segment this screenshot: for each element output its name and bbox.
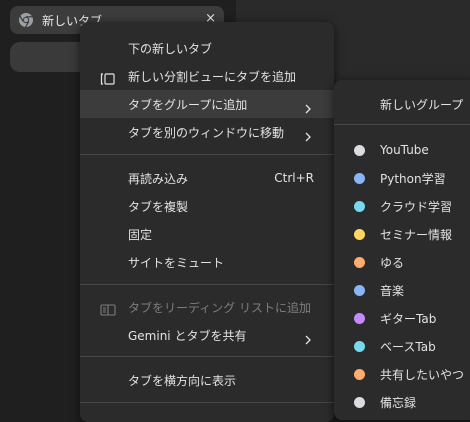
add-to-group-submenu: 新しいグループ YouTube Python学習 クラウド学習 セミナー情報 ゆ… — [334, 80, 470, 420]
group-item[interactable]: ギターTab — [334, 304, 470, 332]
submenu-item-new-group[interactable]: 新しいグループ — [334, 90, 470, 118]
menu-item-label: サイトをミュート — [128, 255, 225, 270]
chevron-right-icon — [304, 127, 312, 142]
group-item[interactable]: ベースTab — [334, 332, 470, 360]
menu-item-label: Gemini とタブを共有 — [128, 328, 247, 343]
group-color-dot-icon — [354, 340, 365, 352]
group-color-dot-icon — [354, 284, 365, 296]
group-item[interactable]: 共有したいやつ — [334, 360, 470, 388]
menu-item-show-tabs-horizontally[interactable]: タブを横方向に表示 — [80, 366, 334, 394]
group-item[interactable]: クラウド学習 — [334, 192, 470, 220]
group-color-dot-icon — [354, 256, 365, 268]
group-color-dot-icon — [354, 172, 365, 184]
menu-item-reload[interactable]: 再読み込み Ctrl+R — [80, 164, 334, 192]
group-label: ギターTab — [380, 311, 437, 326]
menu-item-mute-site[interactable]: サイトをミュート — [80, 248, 334, 276]
split-view-icon — [100, 70, 116, 85]
group-color-dot-icon — [354, 228, 365, 240]
submenu-item-label: 新しいグループ — [380, 97, 464, 112]
chevron-right-icon — [304, 330, 312, 345]
menu-item-label: 再読み込み — [128, 171, 189, 186]
menu-item-label: 固定 — [128, 227, 153, 242]
group-item[interactable]: 備忘録 — [334, 388, 470, 416]
group-label: セミナー情報 — [380, 227, 453, 242]
group-item[interactable]: 音楽 — [334, 276, 470, 304]
reading-list-icon — [100, 301, 116, 316]
menu-separator — [80, 154, 334, 155]
menu-item-duplicate[interactable]: タブを複製 — [80, 192, 334, 220]
menu-item-label: 下の新しいタブ — [128, 41, 213, 56]
menu-separator — [334, 124, 470, 125]
shortcut-label: Ctrl+R — [274, 171, 314, 185]
group-label: Python学習 — [380, 171, 446, 186]
menu-item-add-to-reading-list: タブをリーディング リストに追加 — [80, 293, 334, 321]
group-item[interactable]: Python学習 — [334, 164, 470, 192]
chrome-icon — [18, 12, 34, 28]
group-label: クラウド学習 — [380, 199, 453, 214]
group-item[interactable]: セミナー情報 — [334, 220, 470, 248]
group-color-dot-icon — [354, 396, 365, 408]
menu-item-pin[interactable]: 固定 — [80, 220, 334, 248]
menu-item-new-tab-below[interactable]: 下の新しいタブ — [80, 34, 334, 62]
chevron-right-icon — [304, 99, 312, 114]
group-color-dot-icon — [354, 144, 365, 156]
menu-item-label: タブを横方向に表示 — [128, 373, 237, 388]
tab-context-menu: 下の新しいタブ 新しい分割ビューにタブを追加 タブをグループに追加 タブを別のウ… — [80, 22, 334, 422]
menu-item-move-to-window[interactable]: タブを別のウィンドウに移動 — [80, 118, 334, 146]
menu-separator — [80, 402, 334, 403]
group-color-dot-icon — [354, 368, 365, 380]
menu-item-label: タブをリーディング リストに追加 — [128, 300, 311, 315]
menu-item-label: タブを別のウィンドウに移動 — [128, 125, 285, 140]
group-label: ゆる — [380, 255, 405, 270]
group-item[interactable]: ゆる — [334, 248, 470, 276]
menu-separator — [80, 356, 334, 357]
group-color-dot-icon — [354, 312, 365, 324]
group-label: ベースTab — [380, 339, 436, 354]
menu-item-add-to-split-view[interactable]: 新しい分割ビューにタブを追加 — [80, 62, 334, 90]
group-label: 共有したいやつ — [380, 367, 465, 382]
group-label: YouTube — [380, 143, 429, 157]
group-color-dot-icon — [354, 200, 365, 212]
menu-item-label: 新しい分割ビューにタブを追加 — [128, 69, 297, 84]
group-label: 音楽 — [380, 283, 405, 298]
menu-item-share-with-gemini[interactable]: Gemini とタブを共有 — [80, 321, 334, 349]
menu-separator — [80, 284, 334, 285]
menu-item-label: タブを複製 — [128, 199, 189, 214]
group-label: 備忘録 — [380, 395, 417, 410]
menu-item-label: タブをグループに追加 — [128, 97, 248, 112]
menu-item-add-to-group[interactable]: タブをグループに追加 — [80, 90, 334, 118]
group-item[interactable]: YouTube — [334, 136, 470, 164]
